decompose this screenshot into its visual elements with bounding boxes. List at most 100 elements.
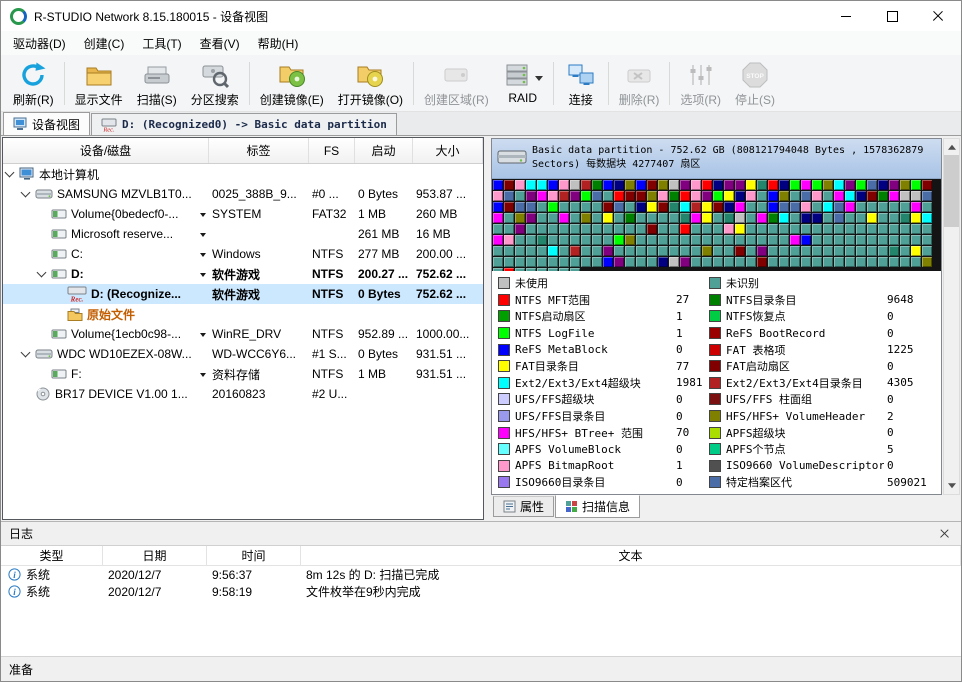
scan-block [856,246,866,256]
tab-scan-information[interactable]: 扫描信息 [555,495,640,518]
tab-properties[interactable]: 属性 [493,496,554,517]
log-row[interactable]: i系统2020/12/79:58:19文件枚举在9秒内完成 [1,583,961,600]
volume-dropdown-icon[interactable] [200,333,206,340]
minimize-icon[interactable] [823,1,869,31]
scan-block-map[interactable] [492,179,941,271]
toolbar-button-label: RAID [508,91,537,105]
menu-item[interactable]: 创建(C) [75,31,134,55]
scan-block [658,246,668,256]
tree-cell-start: 0 Bytes [355,184,413,204]
tree-row[interactable]: WDC WD10EZEX-08W...WD-WCC6Y6...#1 S...0 … [3,344,483,364]
connect-icon [567,61,595,89]
scan-block [669,180,679,190]
tree-row[interactable]: 本地计算机 [3,164,483,184]
expander-icon[interactable] [21,348,31,358]
tree-row[interactable]: SAMSUNG MZVLB1T0...0025_388B_9...#0 ...0… [3,184,483,204]
expander-icon[interactable] [21,188,31,198]
toolbar-button-refresh[interactable]: 刷新(R) [6,57,61,110]
scan-block [768,235,778,245]
tree-body: 本地计算机SAMSUNG MZVLB1T0...0025_388B_9...#0… [3,164,483,519]
tab-device-view[interactable]: 设备视图 [3,112,90,135]
device-name: SAMSUNG MZVLB1T0... [57,187,192,201]
tree-row[interactable]: Volume{0bedecf0-...SYSTEMFAT321 MB260 MB [3,204,483,224]
scan-block [559,246,569,256]
legend-label: APFS超级块 [726,425,786,441]
scan-block [702,257,712,267]
tree-cell-size: 200.00 ... [413,244,483,264]
right-scrollbar[interactable] [943,138,960,495]
log-row[interactable]: i系统2020/12/79:56:378m 12s 的 D: 扫描已完成 [1,566,961,583]
tab-recognized-partition[interactable]: Rec.D: (Recognized0) -> Basic data parti… [91,113,397,135]
scan-block [878,202,888,212]
tree-row[interactable]: BR17 DEVICE V1.00 1...20160823#2 U... [3,384,483,404]
scan-block [845,191,855,201]
expander-icon[interactable] [5,168,15,178]
scan-block [812,202,822,212]
scan-block [735,213,745,223]
menu-item[interactable]: 查看(V) [191,31,249,55]
log-column-header[interactable]: 时间 [207,546,301,565]
tree-cell-name: WDC WD10EZEX-08W... [3,344,209,364]
legend-color-swatch [709,360,721,372]
tree-row[interactable]: Volume{1ecb0c98-...WinRE_DRVNTFS952.89 .… [3,324,483,344]
close-icon[interactable] [915,1,961,31]
toolbar-button-raid[interactable]: RAID [496,57,550,110]
scan-block [515,224,525,234]
volume-dropdown-icon[interactable] [200,273,206,280]
scan-block [592,257,602,267]
device-name: F: [71,367,82,381]
tree-cell-size: 953.87 ... [413,184,483,204]
menu-item[interactable]: 驱动器(D) [4,31,75,55]
scroll-down-icon[interactable] [944,478,959,494]
toolbar-button-create-image[interactable]: 创建镜像(E) [253,57,331,110]
tree-row[interactable]: Microsoft reserve...261 MB16 MB [3,224,483,244]
toolbar-button-show-files[interactable]: 显示文件 [68,57,130,110]
tree-column-header[interactable]: 标签 [209,138,309,163]
tree-row[interactable]: 原始文件 [3,304,483,324]
volume-dropdown-icon[interactable] [200,213,206,220]
toolbar-button-connect[interactable]: 连接 [557,57,605,110]
log-column-header[interactable]: 类型 [1,546,103,565]
scan-block [823,191,833,201]
log-column-header[interactable]: 文本 [301,546,961,565]
menu-item[interactable]: 工具(T) [133,31,190,55]
maximize-icon[interactable] [869,1,915,31]
scan-block [812,213,822,223]
legend-label: NTFS LogFile [515,327,594,340]
scroll-up-icon[interactable] [944,139,959,155]
log-header: 类型日期时间文本 [1,546,961,566]
scan-block [592,202,602,212]
scan-block [724,213,734,223]
volume-dropdown-icon[interactable] [200,253,206,260]
tree-column-header[interactable]: 启动 [355,138,413,163]
tree-column-header[interactable]: FS [309,138,355,163]
tree-row[interactable]: D:软件游戏NTFS200.27 ...752.62 ... [3,264,483,284]
toolbar-button-partition-search[interactable]: 分区搜索 [184,57,246,110]
scan-block [691,180,701,190]
scrollbar-thumb[interactable] [944,155,959,227]
raid-dropdown-icon[interactable] [535,76,543,85]
options-icon [687,61,715,89]
legend-entry: APFS个节点5 [709,441,939,458]
tree-cell-name: BR17 DEVICE V1.00 1... [3,384,209,404]
scan-block [559,257,569,267]
legend-color-swatch [709,460,721,472]
log-column-header[interactable]: 日期 [103,546,207,565]
volume-dropdown-icon[interactable] [200,373,206,380]
tree-column-header[interactable]: 设备/磁盘 [3,138,209,163]
menu-item[interactable]: 帮助(H) [249,31,308,55]
legend-label: NTFS恢复点 [726,308,786,324]
log-close-icon[interactable] [937,526,953,542]
tree-column-header[interactable]: 大小 [413,138,483,163]
expander-icon[interactable] [37,268,47,278]
tree-row[interactable]: Rec.D: (Recognize...软件游戏NTFS0 Bytes752.6… [3,284,483,304]
toolbar-button-open-image[interactable]: 打开镜像(O) [331,57,410,110]
volume-dropdown-icon[interactable] [200,233,206,240]
log-type: 系统 [26,583,50,600]
scan-block [504,224,514,234]
tree-row[interactable]: F:资料存储NTFS1 MB931.51 ... [3,364,483,384]
toolbar-button-scan[interactable]: 扫描(S) [130,57,184,110]
scan-block [900,202,910,212]
tree-row[interactable]: C:WindowsNTFS277 MB200.00 ... [3,244,483,264]
scrollbar-track[interactable] [944,155,959,478]
